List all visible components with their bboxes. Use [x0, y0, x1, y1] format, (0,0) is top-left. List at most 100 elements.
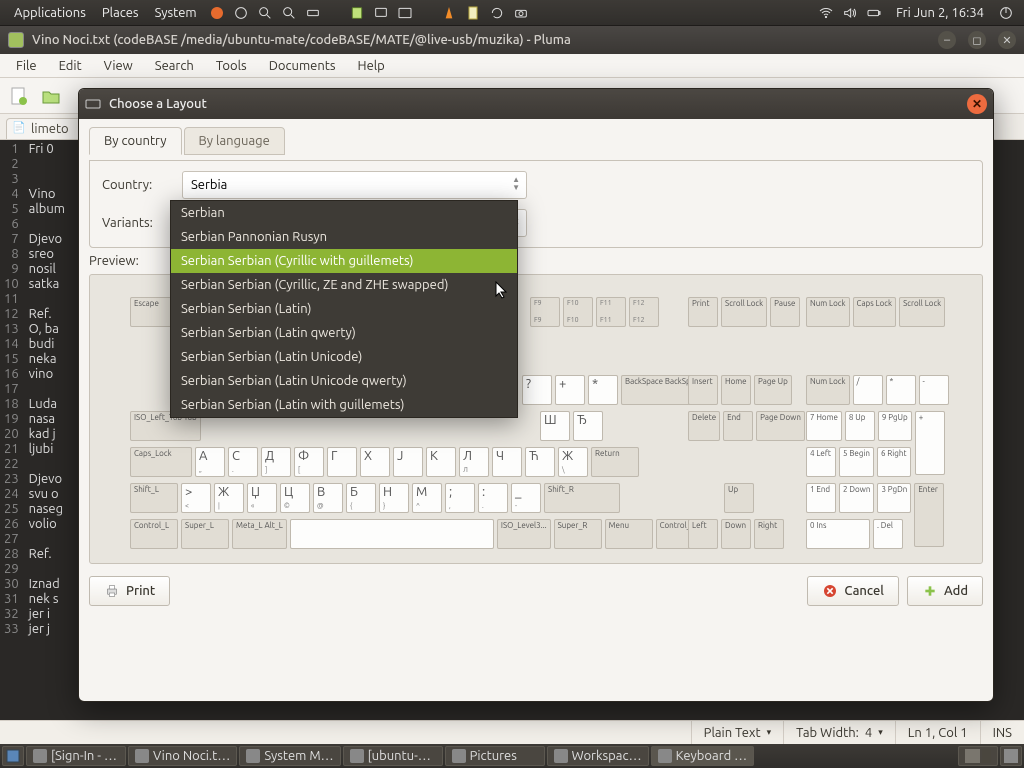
menu-edit[interactable]: Edit [49, 56, 92, 76]
key-up: Up [724, 483, 754, 513]
key: :. [478, 483, 508, 513]
key-np-dot: . Del [873, 519, 903, 549]
country-combo[interactable]: Serbia ▲▼ [182, 171, 527, 199]
dropdown-item[interactable]: Serbian Serbian (Latin Unicode) [171, 345, 517, 369]
key-np-1: 1 End [806, 483, 836, 513]
key-ctrl-left: Control_L [130, 519, 178, 549]
open-file-button[interactable] [36, 81, 66, 111]
key-np-7: 7 Home [806, 411, 842, 441]
tray-icon[interactable] [1000, 746, 1022, 766]
status-tabwidth[interactable]: Tab Width:4▾ [783, 721, 895, 744]
dropdown-item[interactable]: Serbian Serbian (Latin Unicode qwerty) [171, 369, 517, 393]
dropdown-item[interactable]: Serbian Serbian (Cyrillic with guillemet… [171, 249, 517, 273]
system-menu[interactable]: System [147, 6, 205, 20]
dialog-titlebar[interactable]: Choose a Layout ✕ [79, 89, 993, 119]
dropdown-item[interactable]: Serbian Pannonian Rusyn [171, 225, 517, 249]
dialog-close-button[interactable]: ✕ [967, 94, 987, 114]
task-button[interactable]: Keyboard … [651, 746, 755, 766]
terminal-icon[interactable] [395, 3, 415, 23]
new-file-button[interactable] [4, 81, 34, 111]
key-np-8: 8 Up [845, 411, 875, 441]
places-menu[interactable]: Places [94, 6, 147, 20]
print-button[interactable]: Print [89, 576, 170, 606]
key: Ж| [214, 483, 244, 513]
dropdown-item[interactable]: Serbian Serbian (Latin) [171, 297, 517, 321]
camera-icon[interactable] [511, 3, 531, 23]
magnifier2-icon[interactable] [279, 3, 299, 23]
key: Г [327, 447, 357, 477]
key-np-star: * [886, 375, 916, 405]
drive-icon[interactable] [303, 3, 323, 23]
key-left: Left [688, 519, 718, 549]
key-numlock: Num Lock [806, 375, 850, 405]
menu-view[interactable]: View [94, 56, 143, 76]
key: Џ« [247, 483, 277, 513]
menu-search[interactable]: Search [145, 56, 204, 76]
task-button[interactable]: [Sign-In - … [26, 746, 126, 766]
tab-by-country[interactable]: By country [89, 127, 182, 155]
key-alt-left: Meta_L Alt_L [232, 519, 287, 549]
clock[interactable]: Fri Jun 2, 16:34 [886, 6, 994, 20]
key: ;, [445, 483, 475, 513]
status-position: Ln 1, Col 1 [895, 721, 980, 744]
key-f12: F12F12 [629, 297, 659, 327]
key-np-5: 5 Begin [839, 447, 874, 477]
task-button[interactable]: Pictures [445, 746, 545, 766]
led-num-lock: Num Lock [806, 297, 850, 327]
status-lang[interactable]: Plain Text▾ [691, 721, 783, 744]
key-scroll-lock: Scroll Lock [721, 297, 767, 327]
key-np-enter: Enter [914, 483, 944, 547]
menu-tools[interactable]: Tools [206, 56, 257, 76]
key-shift-left: Shift_L [130, 483, 178, 513]
magnifier-icon[interactable] [255, 3, 275, 23]
key-np-3: 3 PgDn [877, 483, 911, 513]
dropdown-item[interactable]: Serbian [171, 201, 517, 225]
files-icon[interactable] [347, 3, 367, 23]
key: Ш [540, 411, 570, 441]
maximize-button[interactable]: ◻ [968, 31, 986, 49]
pluma-menubar: File Edit View Search Tools Documents He… [0, 54, 1024, 78]
dropdown-item[interactable]: Serbian Serbian (Cyrillic, ZE and ZHE sw… [171, 273, 517, 297]
wifi-icon[interactable] [816, 3, 836, 23]
menu-help[interactable]: Help [348, 56, 395, 76]
country-label: Country: [102, 178, 172, 192]
workspace-switcher[interactable] [958, 746, 998, 766]
applications-menu[interactable]: Applications [6, 6, 94, 20]
pluma-titlebar[interactable]: Vino Noci.txt (codeBASE /media/ubuntu-ma… [0, 26, 1024, 54]
add-button[interactable]: Add [907, 576, 983, 606]
task-button[interactable]: Workspac… [547, 746, 649, 766]
refresh-icon[interactable] [487, 3, 507, 23]
task-button[interactable]: Vino Noci.t… [128, 746, 237, 766]
dropdown-item[interactable]: Serbian Serbian (Latin with guillemets) [171, 393, 517, 417]
pluma-statusbar: Plain Text▾ Tab Width:4▾ Ln 1, Col 1 INS [0, 720, 1024, 744]
task-button[interactable]: [ubuntu-… [343, 746, 443, 766]
key-down: Down [721, 519, 751, 549]
status-insert-mode: INS [980, 721, 1024, 744]
key-end: End [723, 411, 753, 441]
tab-by-language[interactable]: By language [184, 127, 285, 155]
key-f10: F10F10 [563, 297, 593, 327]
vlc-icon[interactable] [439, 3, 459, 23]
key: * [588, 375, 618, 405]
dropdown-item[interactable]: Serbian Serbian (Latin qwerty) [171, 321, 517, 345]
note-icon[interactable] [463, 3, 483, 23]
battery-icon[interactable] [864, 3, 884, 23]
key-pause: Pause [770, 297, 800, 327]
globe-icon[interactable] [231, 3, 251, 23]
menu-documents[interactable]: Documents [259, 56, 346, 76]
shutdown-icon[interactable] [996, 3, 1016, 23]
menu-file[interactable]: File [6, 56, 47, 76]
task-button[interactable]: System M… [239, 746, 340, 766]
keyboard-icon [85, 96, 101, 112]
minimize-button[interactable]: ‒ [938, 31, 956, 49]
key-super-left: Super_L [181, 519, 229, 549]
firefox-icon[interactable] [207, 3, 227, 23]
volume-icon[interactable] [840, 3, 860, 23]
key: + [555, 375, 585, 405]
close-button[interactable]: ✕ [998, 31, 1016, 49]
key-np-minus: - [919, 375, 949, 405]
show-desktop-button[interactable] [2, 746, 24, 766]
led-caps-lock: Caps Lock [853, 297, 897, 327]
monitor-icon[interactable] [371, 3, 391, 23]
cancel-button[interactable]: Cancel [807, 576, 899, 606]
